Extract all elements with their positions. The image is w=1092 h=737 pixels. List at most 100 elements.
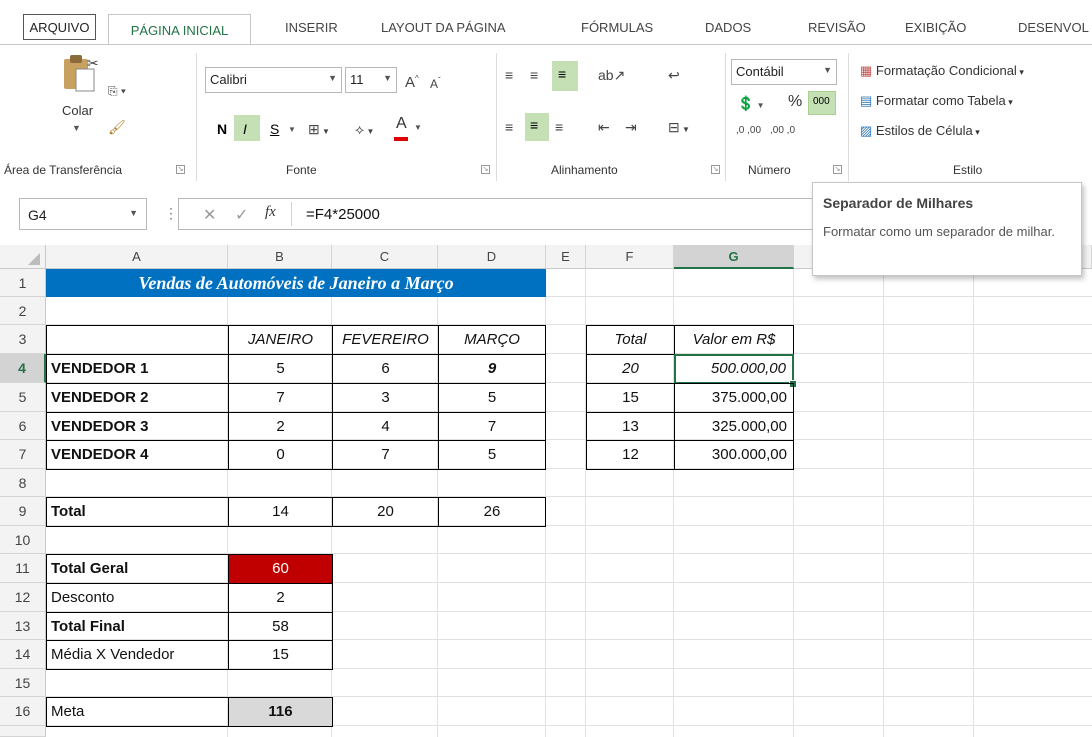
- column-header-b[interactable]: B: [228, 245, 332, 269]
- cell-side-header[interactable]: Valor em R$: [674, 325, 794, 355]
- column-header-c[interactable]: C: [332, 245, 438, 269]
- tab-formulas[interactable]: FÓRMULAS: [581, 20, 653, 35]
- cell-side-value[interactable]: 300.000,00: [674, 440, 794, 470]
- clipboard-launcher-icon[interactable]: ↘: [176, 165, 185, 174]
- font-name-select[interactable]: Calibri ▼: [205, 67, 342, 93]
- spreadsheet-grid[interactable]: A B C D E F G 1 2 3 4 5 6 7 8 9 10 11 12…: [0, 245, 1092, 737]
- cell-styles-button[interactable]: ▨ Estilos de Célula ▾: [860, 123, 980, 139]
- wrap-text-icon[interactable]: ↩: [668, 65, 680, 85]
- increase-indent-icon[interactable]: ⇥: [625, 117, 637, 137]
- insert-function-icon[interactable]: fx: [265, 204, 276, 221]
- italic-button[interactable]: I: [234, 115, 260, 141]
- cell-seller-value[interactable]: 5: [228, 354, 333, 384]
- cell-seller-name[interactable]: VENDEDOR 2: [46, 383, 229, 413]
- cell-a3[interactable]: [46, 325, 229, 355]
- cell-side-value[interactable]: 375.000,00: [674, 383, 794, 413]
- fill-color-icon[interactable]: ⟡ ▼: [355, 119, 374, 142]
- formula-text[interactable]: =F4*25000: [306, 206, 380, 223]
- align-middle-icon[interactable]: ≡: [530, 65, 538, 85]
- percent-style-button[interactable]: %: [788, 93, 802, 111]
- chevron-down-icon[interactable]: ▼: [288, 125, 296, 134]
- cell-total-value[interactable]: 20: [332, 497, 439, 527]
- row-header-11[interactable]: 11: [0, 554, 46, 583]
- shrink-font-icon[interactable]: Aˇ: [430, 71, 441, 94]
- font-color-icon[interactable]: A: [396, 115, 407, 133]
- row-header-12[interactable]: 12: [0, 583, 46, 612]
- cell-seller-value[interactable]: 7: [332, 440, 439, 470]
- underline-button[interactable]: S: [270, 121, 279, 137]
- cell-side-total[interactable]: 13: [586, 412, 675, 441]
- cell-seller-value[interactable]: 0: [228, 440, 333, 470]
- cell-summary-value[interactable]: 2: [228, 583, 333, 613]
- row-header-15[interactable]: 15: [0, 669, 46, 697]
- chevron-down-icon[interactable]: ▼: [414, 123, 422, 132]
- merge-center-icon[interactable]: ⊟ ▼: [668, 117, 690, 140]
- row-header-8[interactable]: 8: [0, 469, 46, 497]
- select-all-corner[interactable]: [0, 245, 46, 269]
- paste-label[interactable]: Colar: [62, 103, 93, 118]
- cell-g4-selected[interactable]: 500.000,00: [674, 354, 794, 384]
- row-header-9[interactable]: 9: [0, 497, 46, 526]
- cell-seller-name[interactable]: VENDEDOR 3: [46, 412, 229, 441]
- sheet-title-cell[interactable]: Vendas de Automóveis de Janeiro a Março: [46, 269, 546, 297]
- accounting-format-icon[interactable]: 💲 ▼: [737, 93, 765, 116]
- tab-revisao[interactable]: REVISÃO: [808, 20, 866, 35]
- align-center-button[interactable]: ≡: [525, 113, 549, 141]
- align-bottom-button[interactable]: ≡: [552, 61, 578, 91]
- align-left-icon[interactable]: ≡: [505, 117, 513, 137]
- cell-seller-value[interactable]: 7: [228, 383, 333, 413]
- conditional-formatting-button[interactable]: ▦ Formatação Condicional ▾: [860, 63, 1024, 79]
- cell-side-header[interactable]: Total: [586, 325, 675, 355]
- row-header-5[interactable]: 5: [0, 383, 46, 412]
- column-header-f[interactable]: F: [586, 245, 674, 269]
- cell-summary-label[interactable]: Total Final: [46, 612, 229, 641]
- cell-total-value[interactable]: 14: [228, 497, 333, 527]
- tab-pagina-inicial[interactable]: PÁGINA INICIAL: [108, 14, 251, 45]
- column-header-e[interactable]: E: [546, 245, 586, 269]
- name-box[interactable]: G4 ▼: [19, 198, 147, 230]
- row-header-3[interactable]: 3: [0, 325, 46, 354]
- tab-exibicao[interactable]: EXIBIÇÃO: [905, 20, 966, 35]
- tab-arquivo[interactable]: ARQUIVO: [23, 14, 96, 40]
- tab-dados[interactable]: DADOS: [705, 20, 751, 35]
- row-header-2[interactable]: 2: [0, 297, 46, 325]
- cell-seller-value[interactable]: 3: [332, 383, 439, 413]
- row-header-4[interactable]: 4: [0, 354, 46, 383]
- cell-side-total[interactable]: 12: [586, 440, 675, 470]
- row-header-6[interactable]: 6: [0, 412, 46, 440]
- cell-summary-label[interactable]: Média X Vendedor: [46, 640, 229, 670]
- cell-seller-name[interactable]: VENDEDOR 1: [46, 354, 229, 384]
- cell-seller-value[interactable]: 4: [332, 412, 439, 441]
- row-header-14[interactable]: 14: [0, 640, 46, 669]
- cell-seller-value[interactable]: 7: [438, 412, 546, 441]
- tab-layout-da-pagina[interactable]: LAYOUT DA PÁGINA: [381, 20, 506, 35]
- cell-total-geral-value[interactable]: 60: [228, 554, 333, 584]
- row-header-17[interactable]: [0, 726, 46, 737]
- cell-meta-label[interactable]: Meta: [46, 697, 229, 727]
- more-options-icon[interactable]: ⋮: [164, 205, 178, 222]
- font-size-select[interactable]: 11 ▼: [345, 67, 397, 93]
- borders-icon[interactable]: ⊞ ▼: [308, 119, 330, 142]
- cell-meta-value[interactable]: 116: [228, 697, 333, 727]
- bold-button[interactable]: N: [217, 121, 227, 137]
- cell-summary-label[interactable]: Desconto: [46, 583, 229, 613]
- alignment-launcher-icon[interactable]: ↘: [711, 165, 720, 174]
- cell-month-header[interactable]: MARÇO: [438, 325, 546, 355]
- column-header-g[interactable]: G: [674, 245, 794, 269]
- cell-summary-value[interactable]: 58: [228, 612, 333, 641]
- tab-inserir[interactable]: INSERIR: [285, 20, 338, 35]
- grow-font-icon[interactable]: A^: [405, 69, 419, 93]
- column-header-a[interactable]: A: [46, 245, 228, 269]
- column-header-d[interactable]: D: [438, 245, 546, 269]
- cell-total-value[interactable]: 26: [438, 497, 546, 527]
- row-header-1[interactable]: 1: [0, 269, 46, 297]
- align-top-icon[interactable]: ≡: [505, 65, 513, 85]
- cell-seller-value[interactable]: 2: [228, 412, 333, 441]
- orientation-icon[interactable]: ab↗: [598, 65, 625, 85]
- font-launcher-icon[interactable]: ↘: [481, 165, 490, 174]
- cell-summary-label[interactable]: Total Geral: [46, 554, 229, 584]
- number-format-select[interactable]: Contábil ▼: [731, 59, 837, 85]
- comma-style-button[interactable]: 000: [808, 91, 836, 115]
- format-as-table-button[interactable]: ▤ Formatar como Tabela ▾: [860, 93, 1013, 109]
- cell-month-header[interactable]: FEVEREIRO: [332, 325, 439, 355]
